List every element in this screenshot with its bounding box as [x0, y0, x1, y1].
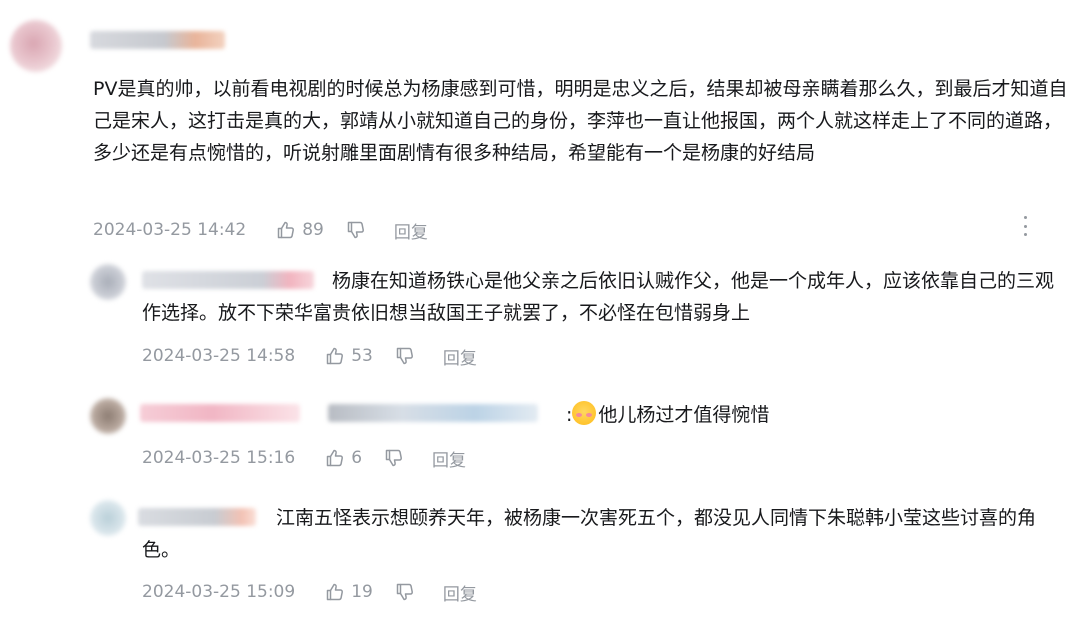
dislike-button[interactable]: [346, 220, 366, 240]
thumbs-up-icon: [325, 346, 345, 366]
comment-meta: 2024-03-25 14:42 89 回复: [93, 218, 428, 243]
dislike-button[interactable]: [395, 582, 415, 602]
avatar[interactable]: [90, 500, 126, 536]
thumbs-up-icon: [325, 448, 345, 468]
thumbs-up-icon: [276, 220, 296, 240]
dislike-button[interactable]: [395, 346, 415, 366]
dislike-button[interactable]: [384, 448, 404, 468]
thumbs-up-icon: [325, 582, 345, 602]
shy-face-emoji-icon: [572, 401, 597, 425]
like-count: 19: [351, 582, 373, 602]
reply-meta: 2024-03-25 14:58 53 回复: [142, 344, 477, 369]
reply-button[interactable]: 回复: [394, 218, 428, 243]
like-button[interactable]: 53: [325, 346, 373, 366]
like-button[interactable]: 19: [325, 582, 373, 602]
like-count: 89: [302, 220, 324, 240]
comment-thread: PV是真的帅，以前看电视剧的时候总为杨康感到可惜，明明是忠义之后，结果却被母亲瞒…: [0, 0, 1080, 617]
reply-time: 2024-03-25 15:09: [142, 582, 296, 602]
avatar[interactable]: [10, 20, 62, 72]
like-button[interactable]: 6: [325, 448, 362, 468]
avatar[interactable]: [90, 264, 126, 300]
like-button[interactable]: 89: [276, 220, 324, 240]
reply-text: : 他儿杨过才值得惋惜: [142, 399, 1062, 431]
reply-button[interactable]: 回复: [443, 344, 477, 369]
comment-text: PV是真的帅，以前看电视剧的时候总为杨康感到可惜，明明是忠义之后，结果却被母亲瞒…: [93, 78, 1068, 164]
more-vertical-icon[interactable]: [1019, 216, 1031, 236]
like-count: 6: [351, 448, 363, 468]
reply-text: 杨康在知道杨铁心是他父亲之后依旧认贼作父，他是一个成年人，应该依靠自己的三观作选…: [142, 270, 1055, 324]
reply-button[interactable]: 回复: [443, 580, 477, 605]
username-blurred[interactable]: [90, 31, 225, 49]
thumbs-down-icon: [395, 582, 415, 602]
like-count: 53: [351, 346, 373, 366]
avatar[interactable]: [90, 398, 126, 434]
reply-button[interactable]: 回复: [432, 446, 466, 471]
reply-meta: 2024-03-25 15:16 6 回复: [142, 446, 466, 471]
thumbs-down-icon: [346, 220, 366, 240]
reply-time: 2024-03-25 14:58: [142, 346, 296, 366]
comment-time: 2024-03-25 14:42: [93, 220, 247, 240]
thumbs-down-icon: [395, 346, 415, 366]
thumbs-down-icon: [384, 448, 404, 468]
reply-time: 2024-03-25 15:16: [142, 448, 296, 468]
reply-meta: 2024-03-25 15:09 19 回复: [142, 580, 477, 605]
reply-body: 他儿杨过才值得惋惜: [598, 404, 770, 426]
reply-text: 江南五怪表示想颐养天年，被杨康一次害死五个，都没见人同情下朱聪韩小莹这些讨喜的角…: [142, 507, 1037, 561]
